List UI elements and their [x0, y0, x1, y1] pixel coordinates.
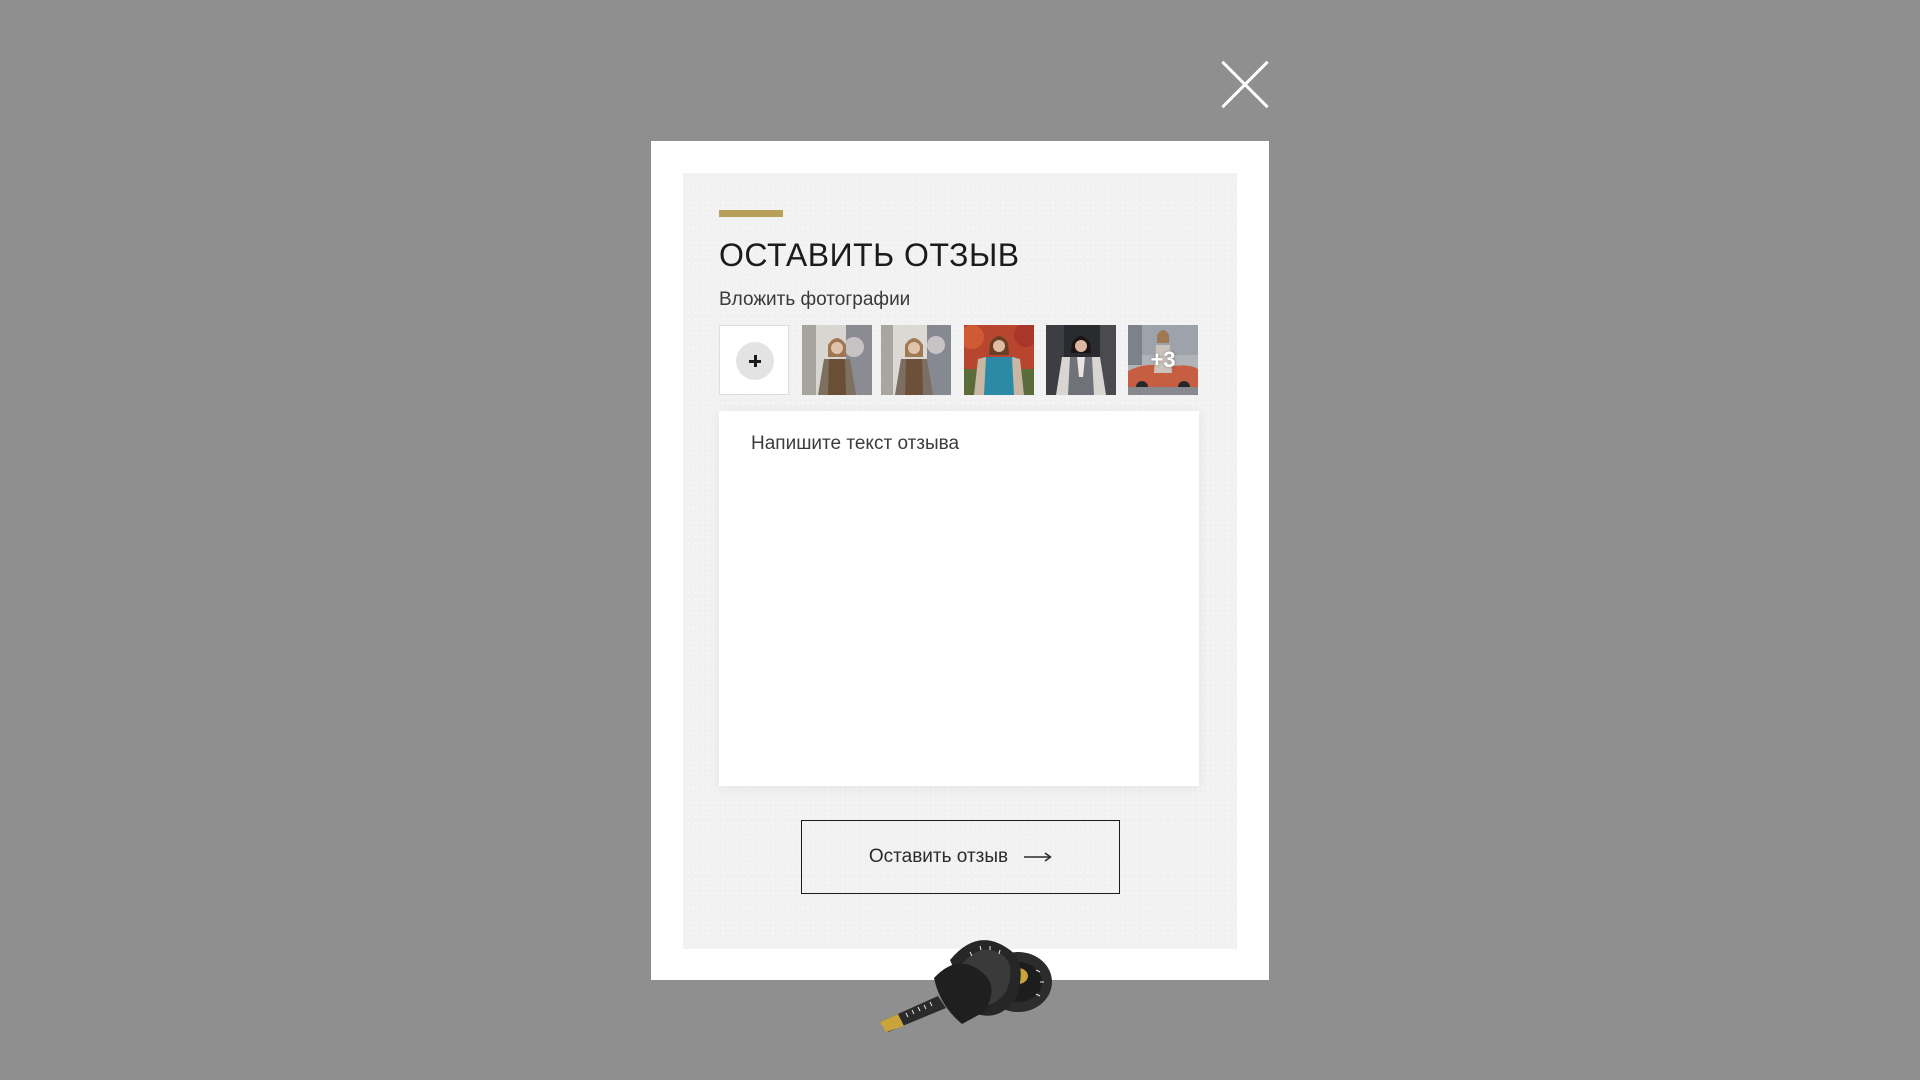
- photo-thumbnail-more[interactable]: +3: [1128, 325, 1198, 395]
- photo-strip: +3: [719, 325, 1199, 395]
- arrow-right-icon: [1024, 852, 1052, 862]
- close-button[interactable]: [1219, 59, 1271, 111]
- tape-measure-icon: [880, 940, 1052, 1032]
- title-accent-bar: [719, 210, 783, 217]
- photo-thumbnail[interactable]: [1046, 325, 1116, 395]
- more-photos-count: +3: [1150, 347, 1176, 372]
- review-text-container: [719, 411, 1199, 786]
- submit-review-label: Оставить отзыв: [868, 846, 1009, 867]
- photo-thumbnail[interactable]: [802, 325, 872, 395]
- review-modal: ОСТАВИТЬ ОТЗЫВ Вложить фотографии +3 Нап…: [651, 141, 1269, 980]
- photo-thumbnail[interactable]: [881, 325, 951, 395]
- photo-image: [881, 325, 951, 395]
- modal-title: ОСТАВИТЬ ОТЗЫВ: [719, 237, 1020, 273]
- attach-photos-label: Вложить фотографии: [719, 289, 911, 310]
- submit-review-button[interactable]: Оставить отзыв: [801, 820, 1120, 894]
- add-photo-button[interactable]: [719, 325, 789, 395]
- photo-image: [1046, 325, 1116, 395]
- review-form-panel: ОСТАВИТЬ ОТЗЫВ Вложить фотографии +3 Нап…: [683, 173, 1237, 949]
- photo-thumbnail[interactable]: [964, 325, 1034, 395]
- plus-icon: [736, 342, 774, 380]
- photo-image: [802, 325, 872, 395]
- photo-image: [964, 325, 1034, 395]
- review-text-field[interactable]: [719, 411, 1199, 786]
